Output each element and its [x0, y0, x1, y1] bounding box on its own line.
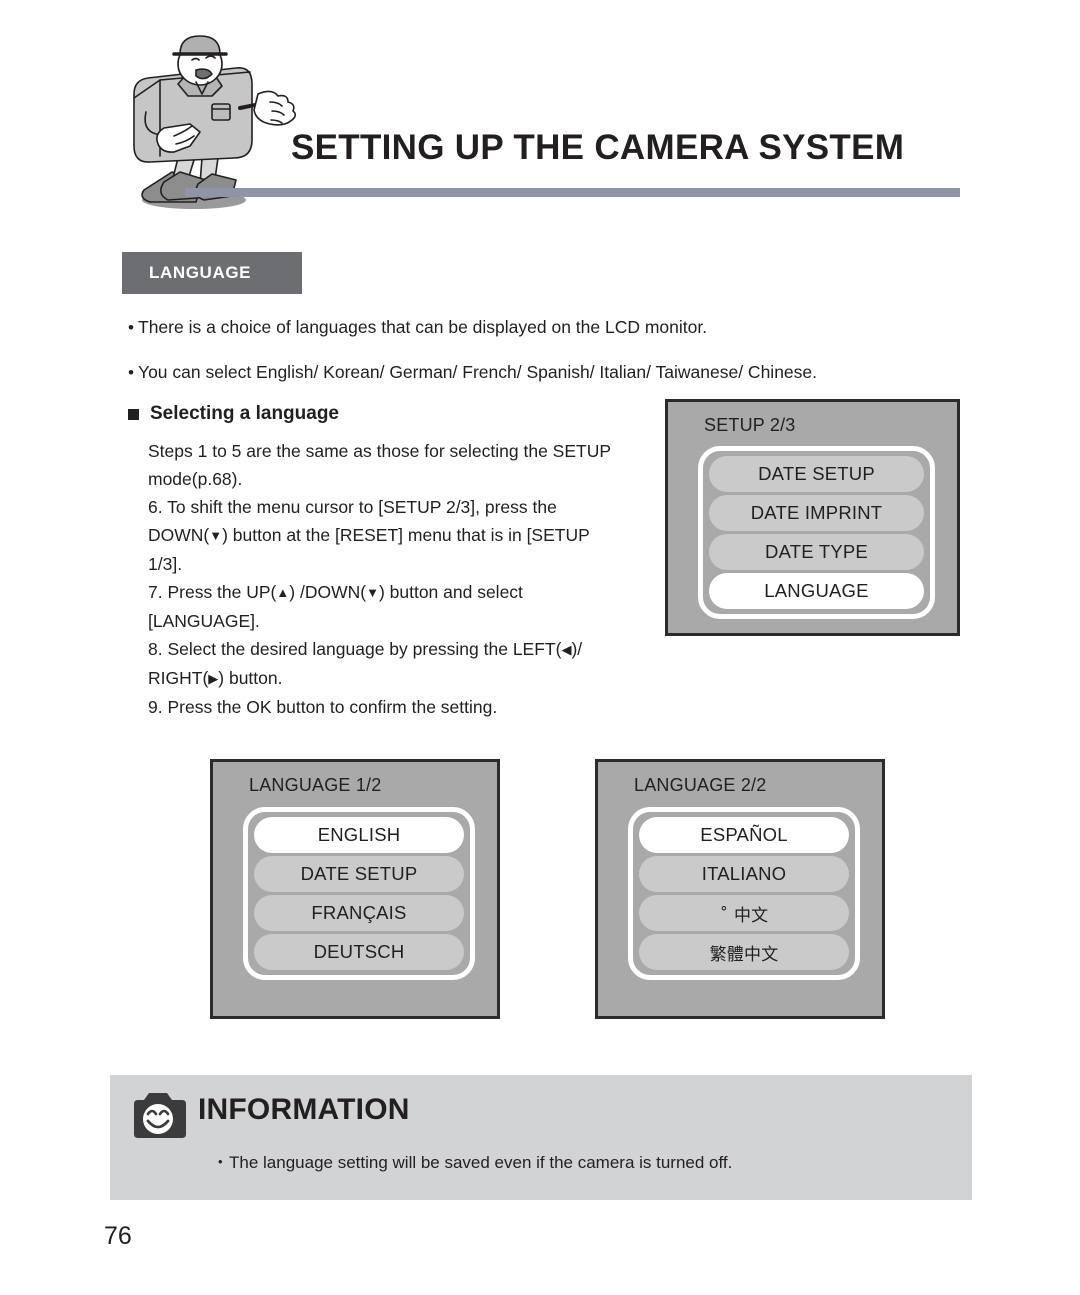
- lcd-panel-language-2-list: ESPAÑOL ITALIANO ˚ 中文 繁體中文: [628, 807, 860, 980]
- steps-intro-line-1: Steps 1 to 5 are the same as those for s…: [148, 441, 612, 461]
- menu-item-date-imprint[interactable]: DATE IMPRINT: [709, 495, 924, 531]
- information-note-text: The language setting will be saved even …: [229, 1153, 733, 1172]
- right-arrow-icon: ▶: [208, 671, 219, 686]
- step-8-line-2-text-a: RIGHT(: [148, 668, 209, 688]
- steps-list: Steps 1 to 5 are the same as those for s…: [148, 437, 658, 721]
- step-9: 9. Press the OK button to confirm the se…: [148, 697, 498, 717]
- camera-smiley-icon: [128, 1090, 188, 1142]
- step-7-line-1: 7. Press the UP(▲) /DOWN(▼) button and s…: [148, 578, 658, 607]
- menu-item-label: DATE TYPE: [765, 541, 868, 562]
- lcd-panel-language-1-title: LANGUAGE 1/2: [249, 775, 382, 795]
- header-divider: [185, 188, 960, 197]
- lcd-panel-setup-list: DATE SETUP DATE IMPRINT DATE TYPE LANGUA…: [698, 446, 935, 619]
- bullet-dot-icon: •: [128, 318, 134, 337]
- language-item-english[interactable]: ENGLISH: [254, 817, 464, 853]
- language-item-francais[interactable]: FRANÇAIS: [254, 895, 464, 931]
- page-header: SETTING UP THE CAMERA SYSTEM: [0, 0, 1080, 215]
- step-6-line-3: 1/3].: [148, 554, 183, 574]
- information-banner: INFORMATION • The language setting will b…: [110, 1075, 972, 1200]
- step-8-line-2: RIGHT(▶) button.: [148, 664, 658, 693]
- intro-bullet-1: • There is a choice of languages that can…: [128, 316, 928, 339]
- step-8-line-2-text-b: ) button.: [218, 668, 283, 688]
- step-7-line-2: [LANGUAGE].: [148, 611, 260, 631]
- intro-bullet-2-text: You can select English/ Korean/ German/ …: [138, 362, 818, 382]
- menu-item-label: FRANÇAIS: [311, 902, 407, 923]
- menu-item-label: ITALIANO: [701, 863, 787, 884]
- step-7-text-c: ) button and select: [378, 582, 523, 602]
- language-item-chinese-traditional[interactable]: 繁體中文: [639, 934, 849, 970]
- menu-item-label: 繁體中文: [709, 944, 779, 965]
- step-6-line-2: DOWN(▼) button at the [RESET] menu that …: [148, 521, 658, 550]
- step-6-text-b: ) button at the [RESET] menu that is in …: [222, 525, 590, 545]
- lcd-panel-language-2-title: LANGUAGE 2/2: [634, 775, 767, 795]
- lcd-panel-language-2: LANGUAGE 2/2 ESPAÑOL ITALIANO ˚ 中文 繁體中文: [595, 759, 885, 1019]
- menu-item-label: LANGUAGE: [764, 580, 869, 601]
- step-7-text-a: 7. Press the UP(: [148, 582, 277, 602]
- camera-mascot-illustration: [112, 32, 298, 210]
- intro-bullet-list: • There is a choice of languages that can…: [128, 316, 928, 406]
- step-6-line-1: 6. To shift the menu cursor to [SETUP 2/…: [148, 497, 557, 517]
- menu-item-label: ESPAÑOL: [700, 824, 788, 845]
- step-7-text-b: ) /DOWN(: [289, 582, 367, 602]
- steps-intro-line-2: mode(p.68).: [148, 469, 243, 489]
- step-8-text-a: 8. Select the desired language by pressi…: [148, 639, 562, 659]
- page-number: 76: [104, 1222, 132, 1250]
- step-6-text-a: DOWN(: [148, 525, 210, 545]
- step-8-line-1: 8. Select the desired language by pressi…: [148, 635, 658, 664]
- information-note: • The language setting will be saved even…: [218, 1153, 732, 1173]
- language-item-deutsch[interactable]: DEUTSCH: [254, 934, 464, 970]
- subsection-heading-label: Selecting a language: [150, 403, 339, 424]
- step-8-text-b: )/: [571, 639, 583, 659]
- square-bullet-icon: [128, 408, 139, 420]
- menu-item-label: DATE SETUP: [758, 463, 875, 484]
- section-badge: LANGUAGE: [122, 252, 302, 294]
- menu-item-label: DATE SETUP: [300, 863, 418, 884]
- language-item-espanol[interactable]: ESPAÑOL: [639, 817, 849, 853]
- language-item-italiano[interactable]: ITALIANO: [639, 856, 849, 892]
- lcd-panel-language-1-list: ENGLISH DATE SETUP FRANÇAIS DEUTSCH: [243, 807, 475, 980]
- language-item-second[interactable]: DATE SETUP: [254, 856, 464, 892]
- section-badge-label: LANGUAGE: [149, 263, 252, 282]
- bullet-dot-icon: •: [128, 363, 134, 382]
- menu-item-date-setup[interactable]: DATE SETUP: [709, 456, 924, 492]
- lcd-panel-setup: SETUP 2/3 DATE SETUP DATE IMPRINT DATE T…: [665, 399, 960, 636]
- language-item-chinese-simplified[interactable]: ˚ 中文: [639, 895, 849, 931]
- menu-item-label: DATE IMPRINT: [750, 502, 883, 523]
- menu-item-language[interactable]: LANGUAGE: [709, 573, 924, 609]
- information-title: INFORMATION: [198, 1093, 410, 1126]
- menu-item-label: ENGLISH: [317, 824, 401, 845]
- bullet-dot-icon: •: [218, 1154, 223, 1169]
- subsection-heading: Selecting a language: [128, 403, 339, 425]
- page-title: SETTING UP THE CAMERA SYSTEM: [291, 128, 905, 167]
- lcd-panel-language-1: LANGUAGE 1/2 ENGLISH DATE SETUP FRANÇAIS…: [210, 759, 500, 1019]
- menu-item-label: DEUTSCH: [313, 941, 405, 962]
- intro-bullet-2: • You can select English/ Korean/ German/…: [128, 361, 928, 384]
- down-arrow-icon: ▼: [366, 585, 379, 600]
- left-arrow-icon: ◀: [561, 642, 572, 657]
- menu-item-date-type[interactable]: DATE TYPE: [709, 534, 924, 570]
- menu-item-label: ˚ 中文: [719, 905, 769, 926]
- intro-bullet-1-text: There is a choice of languages that can …: [138, 317, 708, 337]
- down-arrow-icon: ▼: [209, 528, 223, 543]
- lcd-panel-setup-title: SETUP 2/3: [704, 415, 796, 435]
- up-arrow-icon: ▲: [276, 585, 290, 600]
